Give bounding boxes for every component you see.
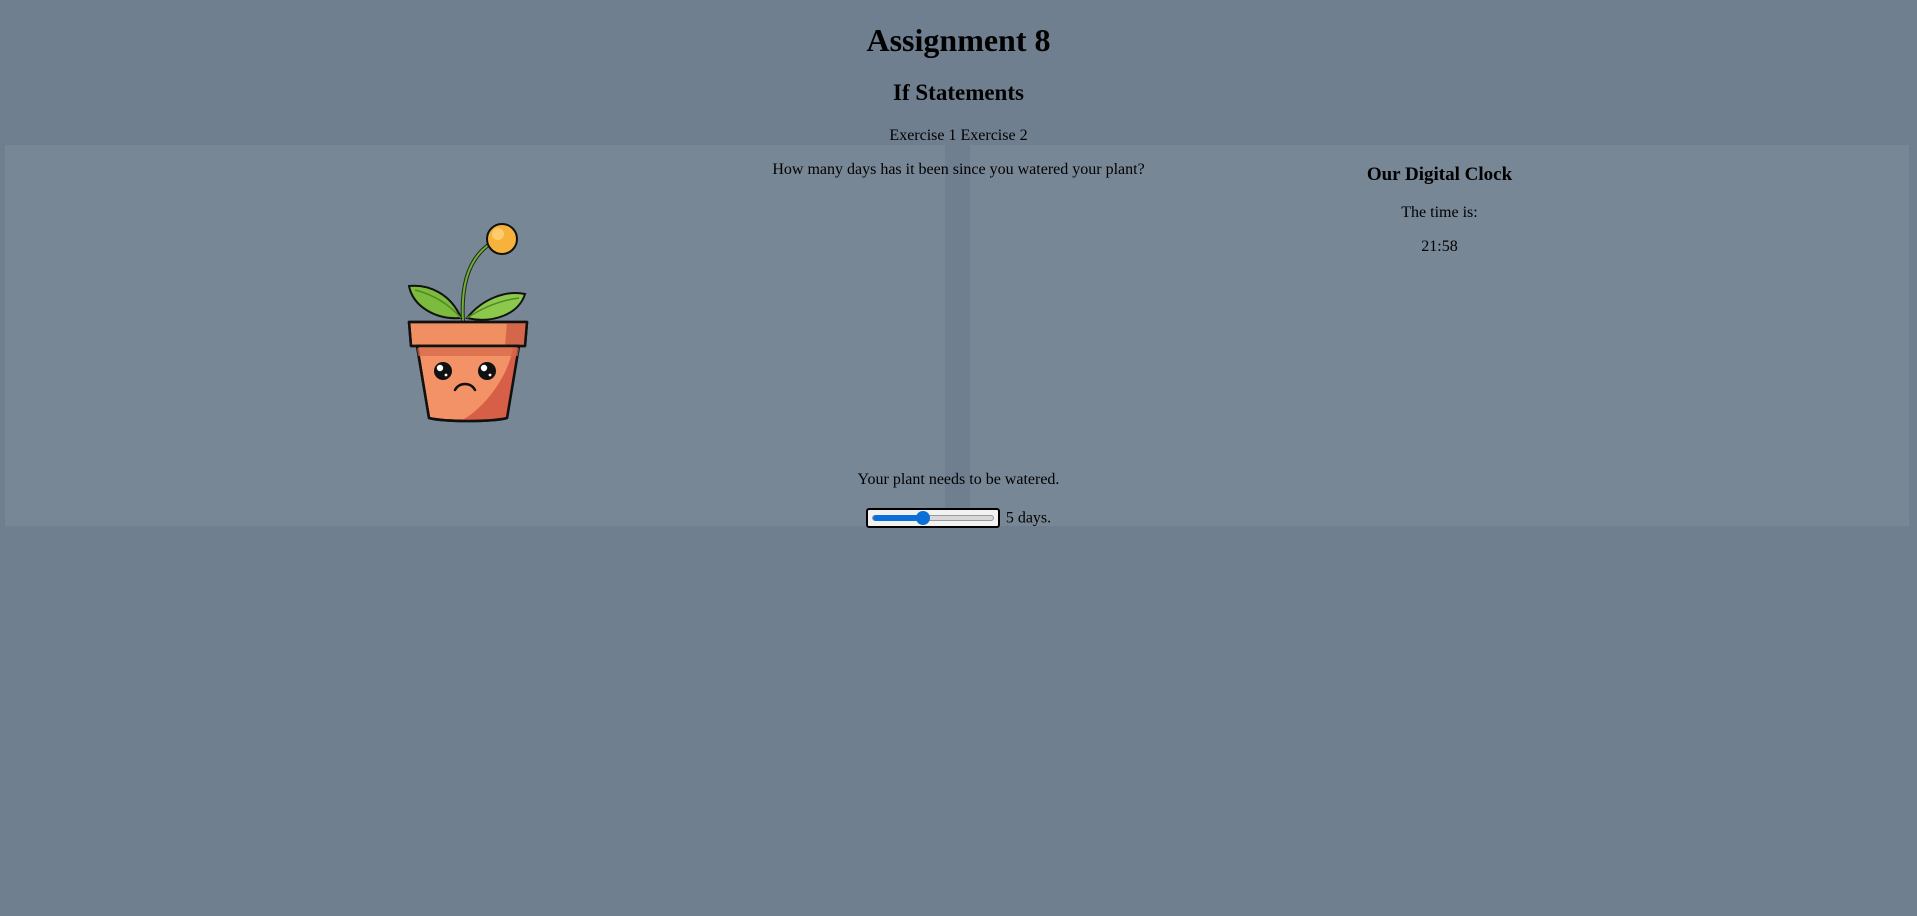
page-subtitle: If Statements <box>893 80 1024 105</box>
time-value: 21:58 <box>1421 238 1458 255</box>
days-slider-thumb[interactable] <box>915 511 930 526</box>
days-slider-row: 5 days. <box>0 504 1917 532</box>
page-title: Assignment 8 <box>866 22 1051 58</box>
days-slider-track <box>871 515 994 522</box>
exercise-2-link[interactable]: Exercise 2 <box>961 127 1028 144</box>
clock-title: Our Digital Clock <box>1366 164 1513 185</box>
exercise-nav: Exercise 1 Exercise 2 <box>0 126 1917 145</box>
days-slider[interactable] <box>865 508 1000 529</box>
sad-potted-plant-icon <box>407 223 529 423</box>
plant-status-text: Your plant needs to be watered. <box>857 471 1060 488</box>
exercise-1-link[interactable]: Exercise 1 <box>889 127 956 144</box>
time-label: The time is: <box>1401 204 1478 221</box>
days-slider-value: 5 days. <box>1005 509 1052 527</box>
